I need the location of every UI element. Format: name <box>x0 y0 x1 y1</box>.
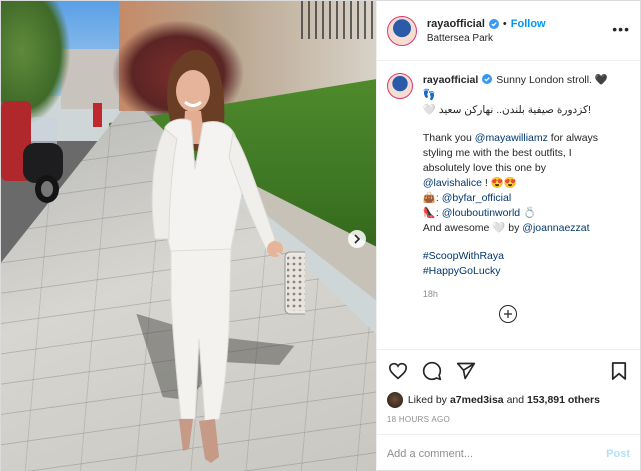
caption-username[interactable]: rayaofficial <box>423 74 478 86</box>
more-options-icon[interactable]: ••• <box>612 21 630 37</box>
red-post-box <box>93 103 102 127</box>
caption-line: 👠: @louboutinworld 💍 <box>423 206 608 221</box>
liker-avatar <box>386 392 403 408</box>
caption-relative-time: 18h <box>422 289 438 299</box>
plus-icon <box>503 310 512 318</box>
action-bar: Liked by a7med3isa and 153,891 others 18… <box>376 349 640 424</box>
caption-text-part: styling me with the best outfits, I <box>422 147 572 159</box>
caption-text-part: And awesome 🤍 by <box>422 222 523 234</box>
liked-by-middle: and <box>503 394 528 406</box>
bookmark-icon <box>611 362 627 380</box>
caption-line: absolutely love this one by <box>423 161 608 176</box>
hashtag-link[interactable]: #ScoopWithRaya <box>423 250 504 262</box>
caption-text-part: Thank you <box>422 132 475 144</box>
caption-text-part: !كزدورة صيفية بلندن.. نهاركن سعيد 🤍 <box>422 104 591 116</box>
comment-input[interactable] <box>386 447 607 460</box>
caption-avatar[interactable] <box>386 73 413 99</box>
heart-icon <box>388 362 407 380</box>
comment-button[interactable] <box>421 360 443 382</box>
caption-line: styling me with the best outfits, I <box>423 146 608 161</box>
comment-box: Post <box>376 434 640 471</box>
liked-by-count[interactable]: 153,891 others <box>527 394 600 406</box>
icon-row <box>387 358 630 384</box>
share-button[interactable] <box>455 360 477 382</box>
save-button[interactable] <box>608 360 630 382</box>
caption-text-part: absolutely love this one by <box>422 162 546 174</box>
caption-text-part: Sunny London stroll. 🖤 <box>496 74 609 86</box>
separator-dot: • <box>502 17 507 30</box>
post-photo[interactable] <box>1 1 376 471</box>
post-timestamp[interactable]: 18 HOURS AGO <box>387 415 630 424</box>
balcony-railing <box>301 1 376 39</box>
caption-line: And awesome 🤍 by @joannaezzat <box>423 221 608 236</box>
caption-line: @lavishalice ! 😍😍 <box>423 176 608 191</box>
mention-link[interactable]: @lavishalice <box>423 177 482 189</box>
caption-row: rayaofficial Sunny London stroll. 🖤 👣 !كزدو… <box>386 73 630 302</box>
caption-line: !كزدورة صيفية بلندن.. نهاركن سعيد 🤍 <box>423 103 608 118</box>
follow-button[interactable]: Follow <box>511 18 546 30</box>
caption-line: 👜: @byfar_official <box>423 191 608 206</box>
caption-line: #HappyGoLucky <box>423 264 608 279</box>
caption-line: Thank you @mayawilliamz for always <box>423 131 608 146</box>
share-icon <box>456 362 475 380</box>
likes-summary[interactable]: Liked by a7med3isa and 153,891 others <box>386 392 630 408</box>
caption-area: rayaofficial Sunny London stroll. 🖤 👣 !كزدو… <box>377 61 640 349</box>
next-photo-button[interactable] <box>348 230 366 248</box>
caption-text-part: 👜: <box>422 192 442 204</box>
avatar[interactable] <box>386 15 417 46</box>
caption-text-part: 👠: <box>422 207 442 219</box>
like-button[interactable] <box>387 360 409 382</box>
mention-link[interactable]: @joannaezzat <box>522 222 589 234</box>
mention-link[interactable]: @louboutinworld <box>442 207 520 219</box>
load-more-comments-button[interactable] <box>498 305 517 323</box>
instagram-post: rayaofficial • Follow Battersea Park •••… <box>0 0 641 471</box>
scooter <box>15 113 71 205</box>
comment-icon <box>422 361 441 381</box>
chevron-right-icon <box>354 234 361 244</box>
location-link[interactable]: Battersea Park <box>427 33 546 44</box>
caption-text-part: ! 😍😍 <box>481 177 517 189</box>
verified-badge-icon <box>488 18 499 29</box>
liked-by-user[interactable]: a7med3isa <box>450 394 504 406</box>
verified-badge-icon <box>482 74 493 84</box>
caption-line: #ScoopWithRaya <box>423 249 608 264</box>
post-comment-button[interactable]: Post <box>606 448 630 460</box>
caption-line: rayaofficial Sunny London stroll. 🖤 <box>423 73 608 88</box>
mention-link[interactable]: @mayawilliamz <box>475 132 548 144</box>
post-header: rayaofficial • Follow Battersea Park ••• <box>376 1 640 61</box>
caption-text-part: 💍 <box>520 207 537 219</box>
caption-text: rayaofficial Sunny London stroll. 🖤 👣 !كزدو… <box>423 73 608 302</box>
post-sidebar: rayaofficial • Follow Battersea Park •••… <box>375 1 640 471</box>
woman-figure <box>151 50 305 463</box>
photo-scene <box>1 1 376 471</box>
liked-by-prefix: Liked by <box>407 394 447 406</box>
mention-link[interactable]: @byfar_official <box>442 192 511 204</box>
caption-text-part: 👣 <box>422 89 436 101</box>
hashtag-link[interactable]: #HappyGoLucky <box>423 265 501 277</box>
username[interactable]: rayaofficial <box>427 18 485 30</box>
post-header-row: rayaofficial • Follow <box>427 18 546 30</box>
post-header-text: rayaofficial • Follow Battersea Park <box>427 18 546 44</box>
scooter-wheel <box>35 175 59 203</box>
caption-line: 👣 <box>423 88 608 103</box>
caption-text-part: for always <box>547 132 599 144</box>
